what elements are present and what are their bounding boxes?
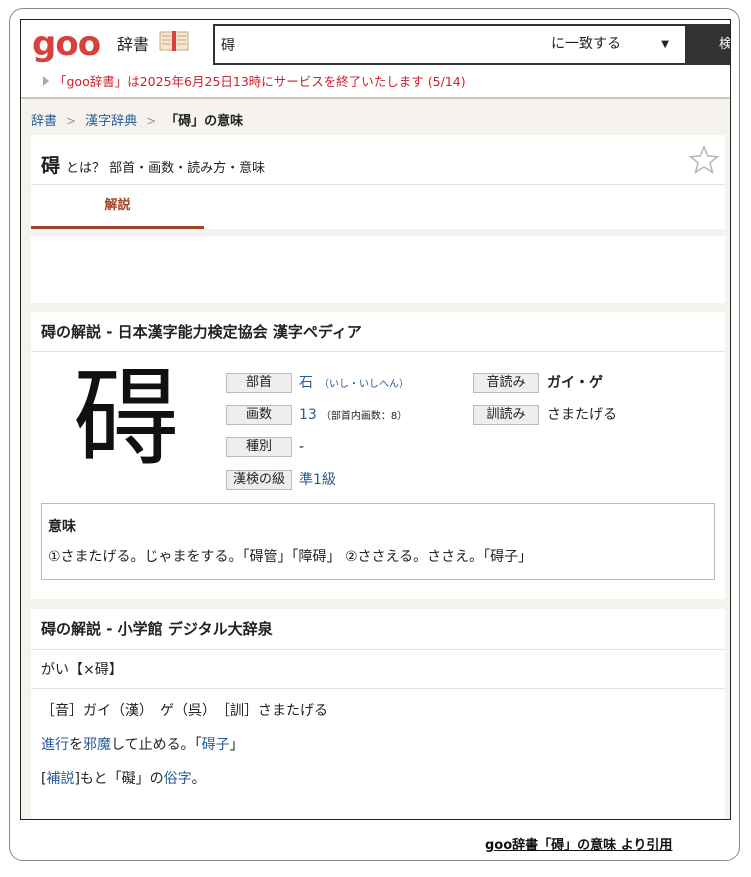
link-hosetsu[interactable]: 補説 [46, 771, 74, 787]
daijisen-section: 碍の解説 - 小学館 デジタル大辞泉 がい【×碍】 ［音］ガイ（漢） ゲ（呉） … [31, 609, 725, 819]
kun-reading-label: 訓読み [473, 405, 539, 425]
match-mode-select[interactable]: に一致する ▼ [535, 26, 685, 63]
kakusu-link[interactable]: 13 [299, 407, 317, 423]
bushu-reading: （いし・いしへん） [319, 379, 409, 390]
bushu-link[interactable]: 石 [299, 375, 313, 391]
goo-logo[interactable]: goo [32, 24, 101, 64]
bushu-value[interactable]: 石 （いし・いしへん） [299, 373, 409, 395]
search-box: に一致する ▼ 検 [213, 24, 730, 65]
meaning-text: ①さまたげる。じゃまをする。「碍管」「障碍」 ②ささえる。ささえ。「碍子」 [48, 549, 533, 565]
daijisen-entry: がい【×碍】 [31, 649, 725, 689]
dropdown-arrow-icon: ▼ [661, 39, 669, 50]
breadcrumb-dictionary[interactable]: 辞書 [31, 114, 57, 129]
big-kanji: 碍 [73, 357, 179, 480]
on-reading-value: ガイ・ゲ [547, 375, 603, 391]
breadcrumb-kanji-dictionary[interactable]: 漢字辞典 [85, 114, 137, 129]
daijisen-definition: 進行を邪魔して止める。「碍子」 [41, 734, 244, 754]
link-jama[interactable]: 邪魔 [83, 737, 111, 753]
tab-explanation[interactable]: 解説 [31, 185, 204, 229]
match-mode-label: に一致する [551, 36, 621, 52]
chevron-right-icon: > [66, 114, 77, 128]
daijisen-readings: ［音］ガイ（漢） ゲ（呉） ［訓］さまたげる [41, 703, 328, 719]
def-text-1: を [69, 737, 83, 753]
kyu-value[interactable]: 準1級 [299, 470, 336, 490]
note-end: 。 [191, 771, 206, 787]
kakusu-note: （部首内画数：8） [320, 411, 408, 422]
breadcrumb: 辞書 > 漢字辞典 > 「碍」の意味 [31, 110, 243, 129]
kanken-section: 碍の解説 - 日本漢字能力検定協会 漢字ペディア 碍 部首 石 （いし・いしへん）… [31, 312, 725, 599]
search-input[interactable] [215, 26, 535, 63]
search-button[interactable]: 検 [685, 26, 730, 63]
def-text-2: して止める。「 [111, 737, 202, 753]
shubetsu-value: - [299, 439, 305, 455]
title-kanji: 碍 [41, 155, 61, 177]
title-suffix: とは？ 部首・画数・読み方・意味 [66, 161, 266, 176]
link-zokuji[interactable]: 俗字 [164, 771, 192, 787]
kyu-label: 漢検の級 [226, 470, 292, 490]
link-gaishi[interactable]: 碍子 [202, 737, 230, 753]
breadcrumb-current: 「碍」の意味 [165, 114, 244, 129]
kun-reading-value: さまたげる [547, 407, 617, 423]
screenshot-window: goo 辞書 に一致する ▼ 検 「goo辞書」は2025年6月25日13時にサ… [20, 19, 731, 820]
daijisen-heading: 碍の解説 - 小学館 デジタル大辞泉 [41, 620, 273, 638]
title-card: 碍とは？ 部首・画数・読み方・意味 解説 [31, 135, 725, 229]
link-shinko[interactable]: 進行 [41, 737, 69, 753]
shubetsu-label: 種別 [226, 437, 292, 457]
notice-text: 「goo辞書」は2025年6月25日13時にサービスを終了いたします (5/14… [54, 74, 466, 89]
on-reading-label: 音読み [473, 373, 539, 393]
def-text-3: 」 [229, 737, 244, 753]
note-text: ]もと「礙」の [74, 771, 164, 787]
dictionary-label[interactable]: 辞書 [117, 31, 149, 55]
meaning-title: 意味 [48, 519, 76, 535]
ad-space [31, 236, 725, 303]
source-credit-link[interactable]: goo辞書「碍」の意味 より引用 [485, 834, 672, 853]
service-end-notice[interactable]: 「goo辞書」は2025年6月25日13時にサービスを終了いたします (5/14… [43, 71, 466, 90]
tab-bar: 解説 [31, 184, 725, 229]
book-icon[interactable] [159, 30, 189, 52]
site-header: goo 辞書 に一致する ▼ 検 「goo辞書」は2025年6月25日13時にサ… [21, 20, 730, 98]
kakusu-label: 画数 [226, 405, 292, 425]
star-icon[interactable] [689, 145, 719, 175]
triangle-icon [43, 76, 49, 86]
meaning-box: 意味 ①さまたげる。じゃまをする。「碍管」「障碍」 ②ささえる。ささえ。「碍子」 [41, 503, 715, 580]
daijisen-note: [補説]もと「礙」の俗字。 [41, 768, 206, 788]
kanken-heading: 碍の解説 - 日本漢字能力検定協会 漢字ペディア [31, 312, 725, 352]
main-content: 辞書 > 漢字辞典 > 「碍」の意味 碍とは？ 部首・画数・読み方・意味 解説 碍の解説… [21, 99, 730, 819]
bushu-label: 部首 [226, 373, 292, 393]
chevron-right-icon: > [146, 114, 157, 128]
kakusu-value: 13 （部首内画数：8） [299, 405, 407, 427]
page-title: 碍とは？ 部首・画数・読み方・意味 [41, 151, 265, 178]
